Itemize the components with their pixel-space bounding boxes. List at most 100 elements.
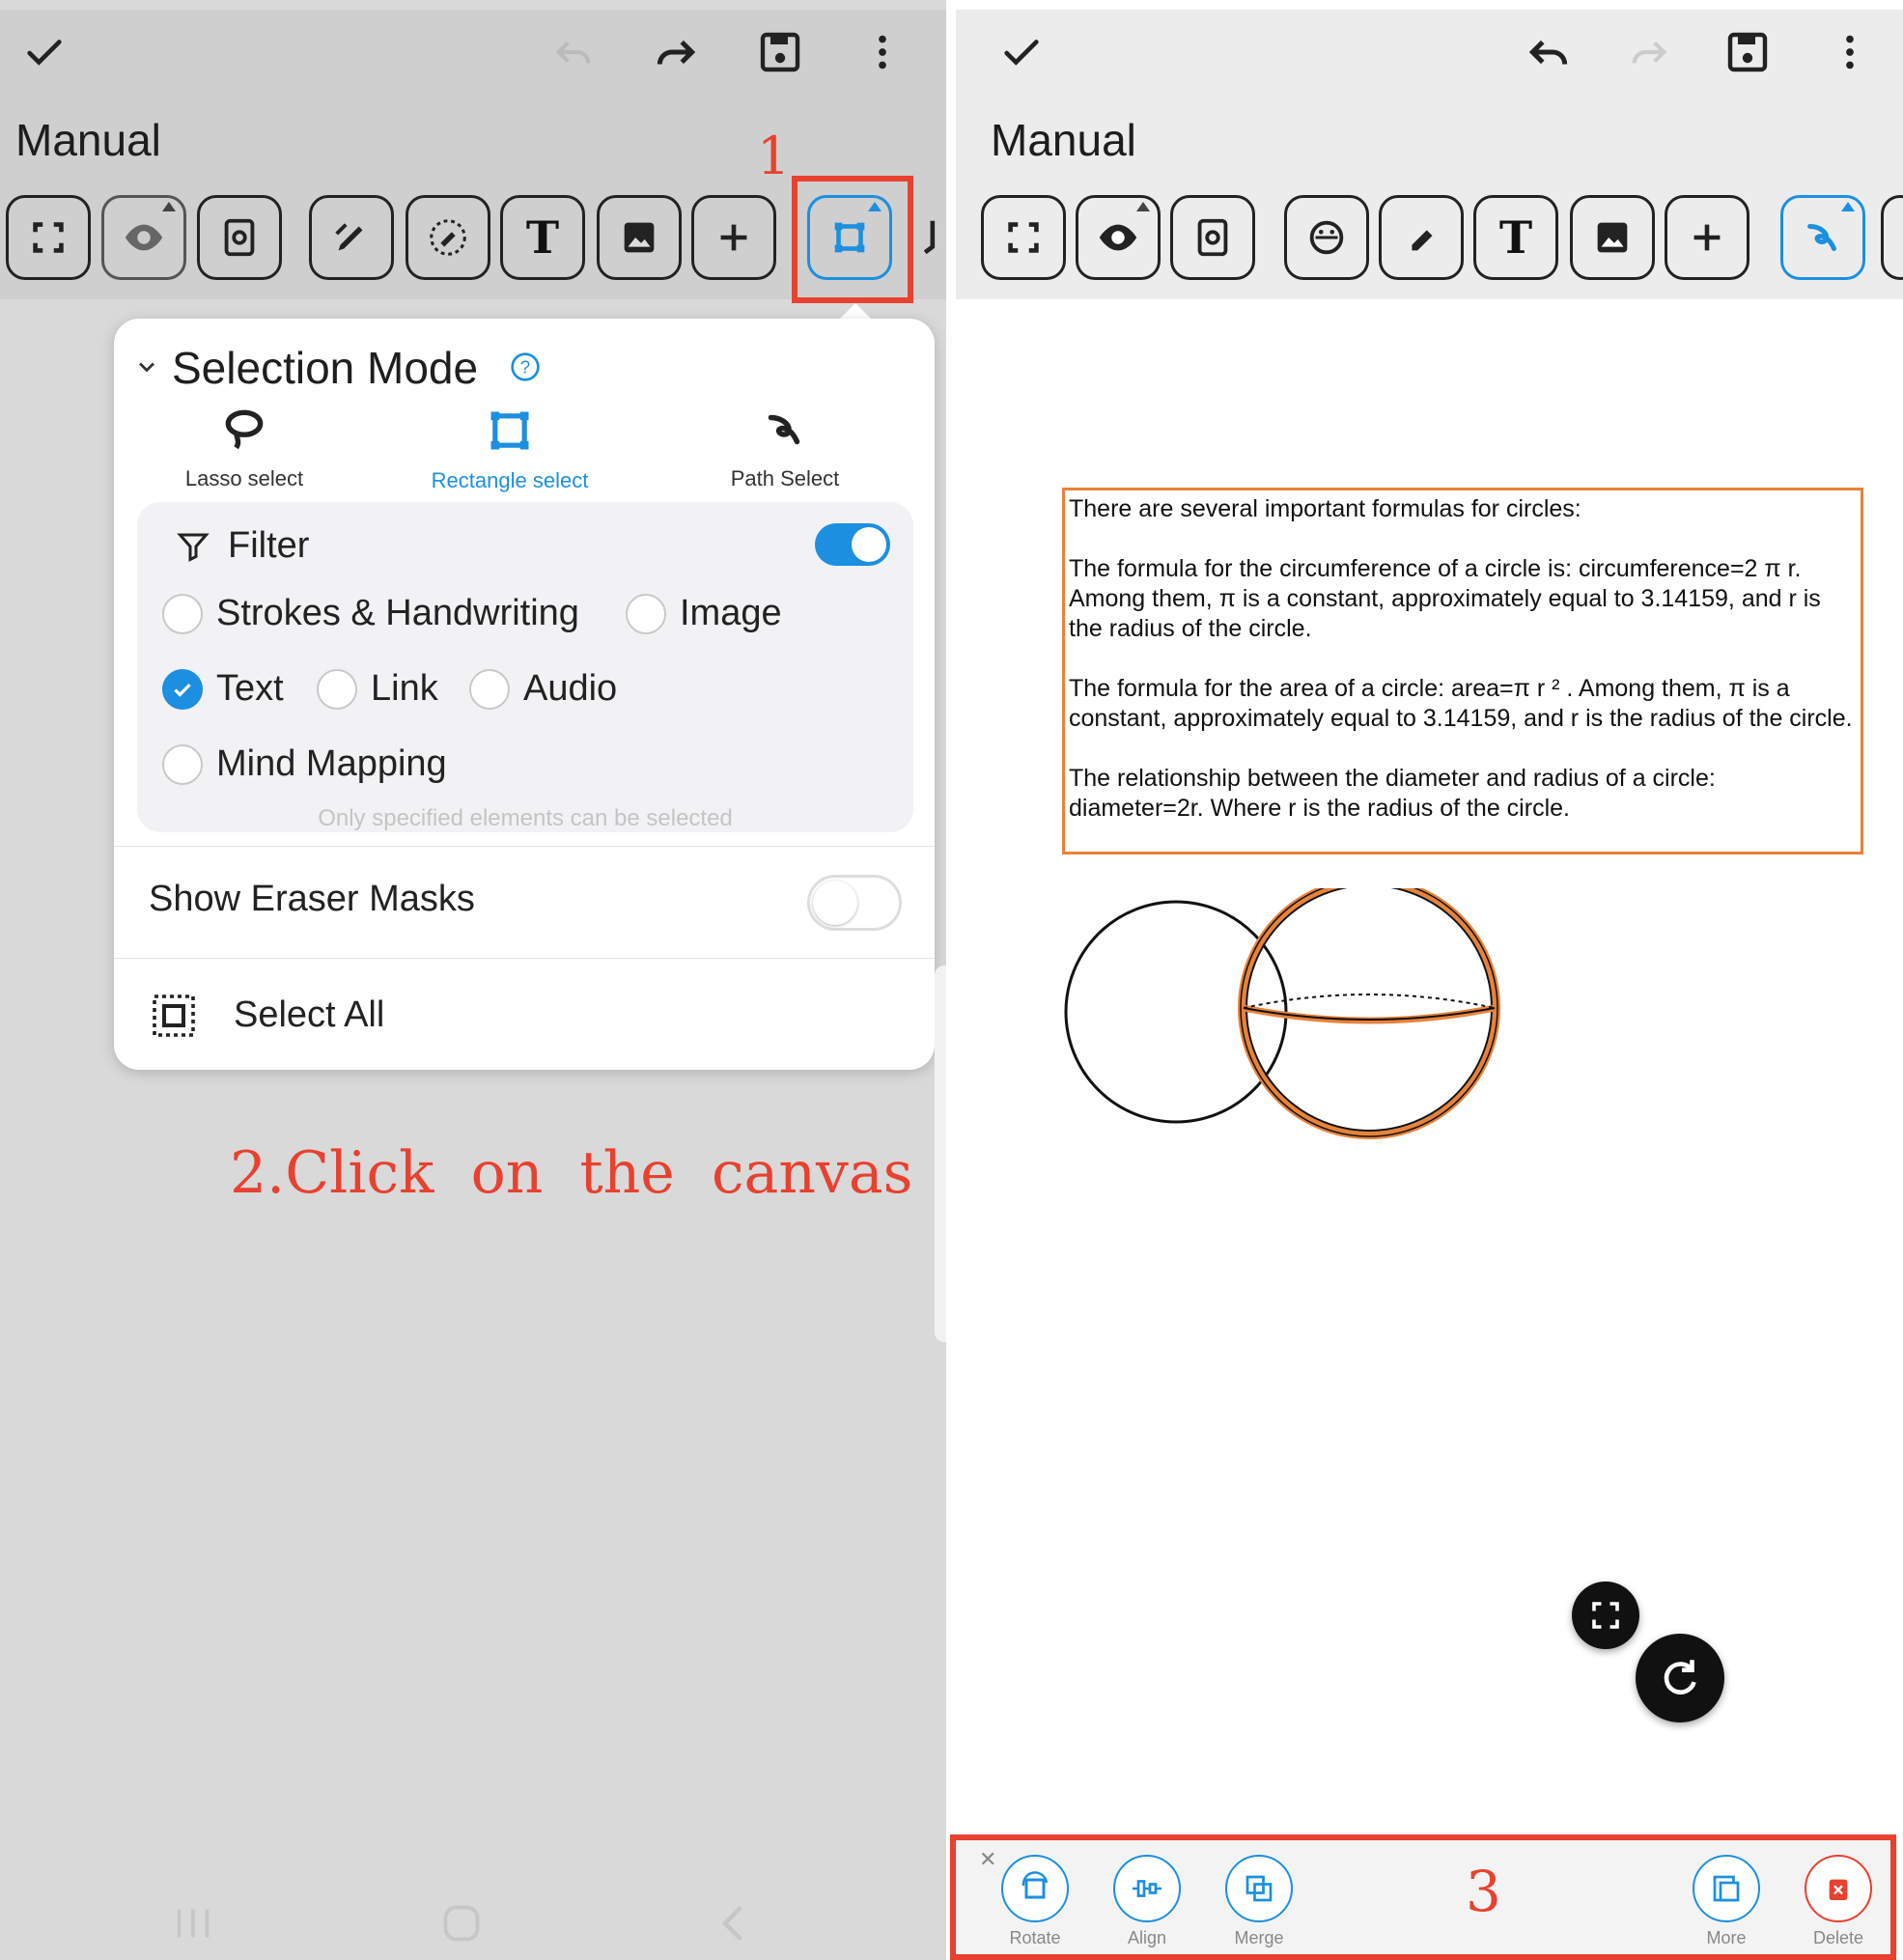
collapse-chevron-icon[interactable] <box>133 353 160 385</box>
strokes-label: Strokes & Handwriting <box>216 593 579 633</box>
confirm-check-icon[interactable] <box>994 25 1049 79</box>
filter-option-mind-mapping[interactable]: Mind Mapping <box>162 743 447 785</box>
path-select-icon <box>1807 224 1836 251</box>
refresh-icon <box>1664 1660 1696 1694</box>
selection-mode-popup: Selection Mode ? Lasso select Rectangle … <box>114 319 935 1070</box>
fullscreen-icon <box>33 222 64 253</box>
more-vert-icon[interactable] <box>1823 25 1877 79</box>
link-label: Link <box>371 668 438 709</box>
show-eraser-masks-label: Show Eraser Masks <box>149 879 475 919</box>
filter-option-image[interactable]: Image <box>626 593 782 634</box>
expand-icon <box>1592 1602 1619 1629</box>
shape-tool[interactable] <box>1284 195 1369 280</box>
text-paragraph: The formula for the circumference of a c… <box>1069 555 1821 642</box>
undo-icon[interactable] <box>546 25 601 79</box>
eraser-tool[interactable] <box>406 195 490 280</box>
filter-option-link[interactable]: Link <box>317 668 438 710</box>
image-tool[interactable] <box>597 195 682 280</box>
confirm-check-icon[interactable] <box>17 25 71 79</box>
recent-apps-icon[interactable] <box>172 1904 214 1947</box>
filter-header: Filter <box>176 525 309 567</box>
image-label: Image <box>680 593 782 633</box>
image-icon <box>1597 222 1628 253</box>
eraser-icon <box>430 219 466 256</box>
path-select-icon <box>768 414 800 445</box>
text-label: Text <box>216 668 284 709</box>
mode-path-select[interactable]: Path Select <box>713 406 857 491</box>
mind-mapping-label: Mind Mapping <box>216 743 447 784</box>
partial-tool[interactable] <box>1881 195 1903 280</box>
select-all-button[interactable]: Select All <box>234 994 384 1036</box>
image-radio[interactable] <box>626 593 666 634</box>
checkmark-icon <box>174 683 191 697</box>
select-all-icon <box>151 993 197 1044</box>
mind-mapping-radio[interactable] <box>162 743 203 785</box>
image-tool[interactable] <box>1570 195 1655 280</box>
back-icon[interactable] <box>714 1902 753 1949</box>
step2-instruction: 2.Click on the canvas <box>230 1139 913 1207</box>
mode-rectangle-label: Rectangle select <box>431 468 589 492</box>
help-icon[interactable]: ? <box>510 351 541 387</box>
page-title: Manual <box>991 115 1136 165</box>
add-tool[interactable] <box>691 195 776 280</box>
path-select-tool[interactable] <box>1780 195 1865 280</box>
text-tool[interactable]: T <box>1473 195 1558 280</box>
filter-option-audio[interactable]: Audio <box>469 668 617 710</box>
text-paragraph: The formula for the area of a circle: ar… <box>1069 675 1853 732</box>
filter-toggle[interactable] <box>815 523 890 566</box>
sync-fab[interactable] <box>1636 1634 1724 1722</box>
show-eraser-masks-toggle[interactable] <box>807 875 902 931</box>
plus-icon <box>720 224 747 251</box>
view-tool[interactable] <box>1076 195 1161 280</box>
selection-mode-title: Selection Mode <box>172 343 479 393</box>
mode-lasso-select[interactable]: Lasso select <box>172 406 317 491</box>
pen-tool[interactable] <box>309 195 394 280</box>
link-radio[interactable] <box>317 668 357 710</box>
step1-highlight-box <box>792 176 913 303</box>
sphere-drawing <box>1238 888 1500 1139</box>
filter-icon <box>177 533 210 562</box>
scroll-more-tools-icon[interactable] <box>911 210 946 265</box>
shape-recognition-icon <box>1309 220 1344 255</box>
settings-tool[interactable] <box>197 195 282 280</box>
mode-path-label: Path Select <box>730 466 840 490</box>
divider <box>114 846 935 847</box>
filter-option-text[interactable]: Text <box>162 668 284 710</box>
eye-icon <box>1099 224 1137 251</box>
add-tool[interactable] <box>1665 195 1749 280</box>
home-icon[interactable] <box>440 1902 483 1949</box>
settings-doc-icon <box>224 218 255 257</box>
save-icon[interactable] <box>753 25 807 79</box>
strokes-radio[interactable] <box>162 593 203 634</box>
mode-rectangle-select[interactable]: Rectangle select <box>423 406 597 493</box>
step1-label: 1 <box>757 126 791 186</box>
save-icon[interactable] <box>1721 25 1775 79</box>
step3-label: 3 <box>1466 1859 1501 1924</box>
selected-text-box[interactable]: There are several important formulas for… <box>1062 488 1863 854</box>
lasso-icon <box>225 409 264 450</box>
expand-fab[interactable] <box>1572 1582 1639 1649</box>
settings-tool[interactable] <box>1170 195 1255 280</box>
mode-lasso-label: Lasso select <box>184 466 304 490</box>
side-handle[interactable] <box>935 966 946 1342</box>
redo-icon[interactable] <box>649 25 703 79</box>
filter-section: Filter Strokes & Handwriting Image Text … <box>137 502 913 832</box>
right-screenshot: Manual T There are several important for… <box>956 0 1903 1960</box>
page-title: Manual <box>15 115 161 165</box>
rectangle-select-icon <box>490 411 529 450</box>
plus-icon <box>1693 224 1721 251</box>
filter-label: Filter <box>228 525 310 566</box>
text-t-icon: T <box>1498 211 1533 264</box>
audio-radio[interactable] <box>469 668 510 710</box>
fullscreen-tool[interactable] <box>981 195 1066 280</box>
undo-icon[interactable] <box>1522 25 1576 79</box>
text-checkbox-checked[interactable] <box>162 668 203 710</box>
filter-option-strokes[interactable]: Strokes & Handwriting <box>162 593 579 634</box>
eraser-tool[interactable] <box>1379 195 1464 280</box>
view-tool[interactable] <box>101 195 186 280</box>
text-tool[interactable]: T <box>500 195 585 280</box>
more-vert-icon[interactable] <box>855 25 910 79</box>
redo-icon[interactable] <box>1622 25 1676 79</box>
settings-doc-icon <box>1197 218 1228 257</box>
fullscreen-tool[interactable] <box>6 195 91 280</box>
